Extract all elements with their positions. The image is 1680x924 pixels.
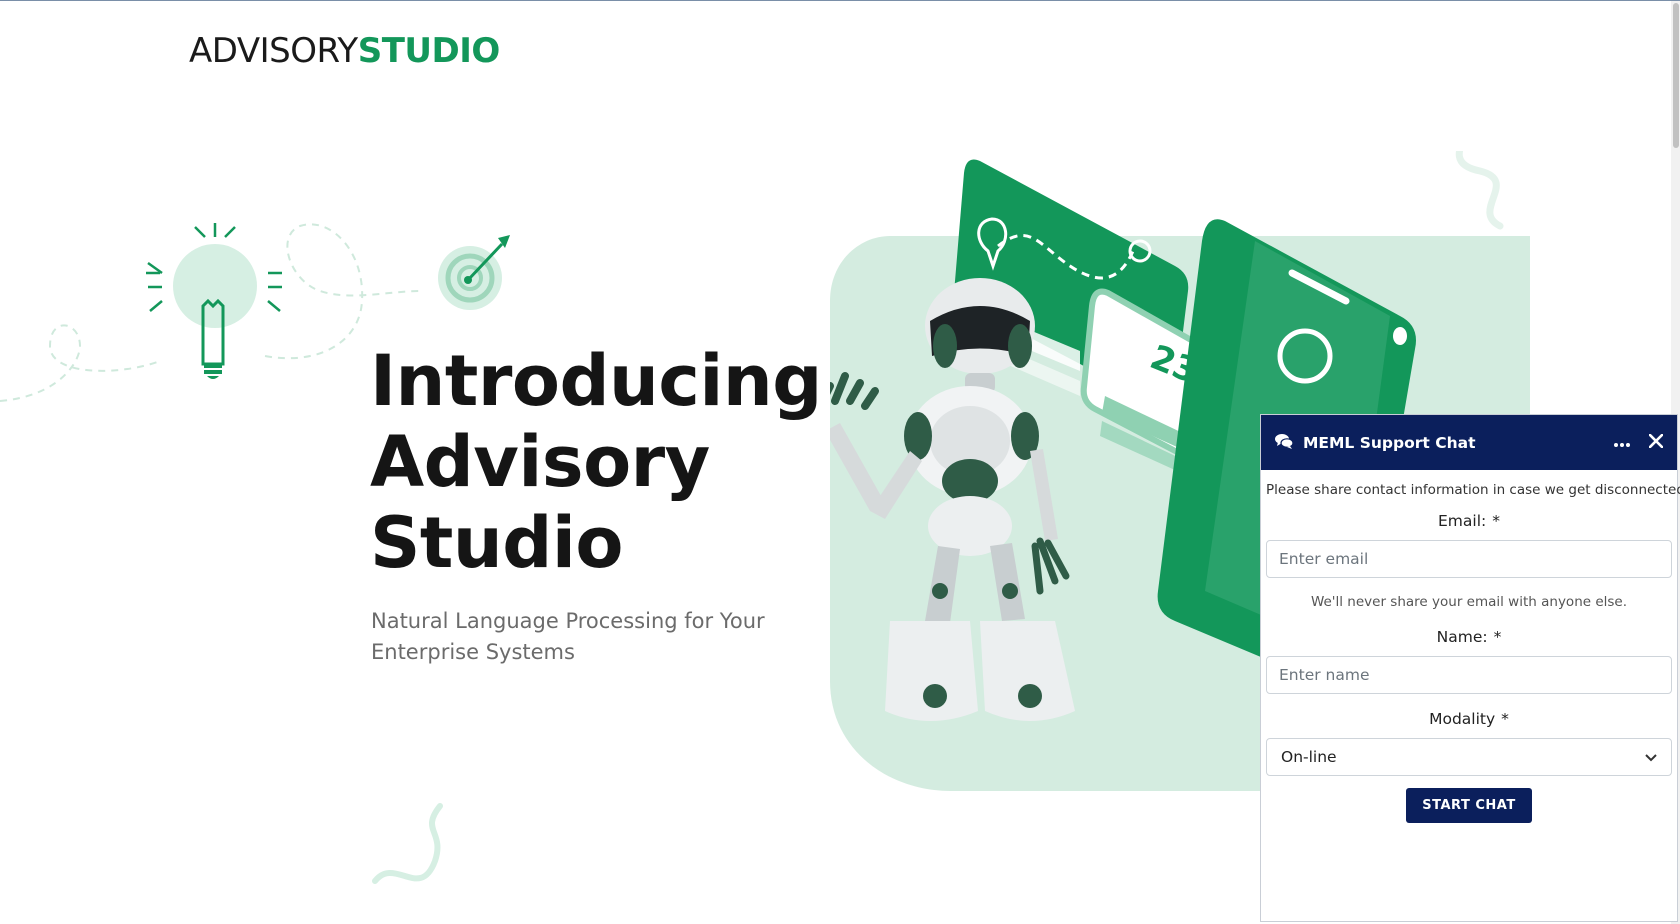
name-label: Name: * — [1266, 628, 1672, 646]
hero-title-line-3: Studio — [370, 502, 623, 584]
modality-required-mark: * — [1501, 710, 1509, 728]
email-help-text: We'll never share your email with anyone… — [1310, 594, 1628, 610]
name-label-text: Name: — [1436, 628, 1488, 646]
modality-label-text: Modality — [1429, 710, 1496, 728]
logo-text-advisory: ADVISORY — [189, 31, 358, 71]
email-label: Email: * — [1266, 512, 1672, 530]
chat-bubbles-icon — [1275, 433, 1294, 453]
chat-title: MEML Support Chat — [1303, 433, 1476, 452]
chat-form: Please share contact information in case… — [1261, 470, 1680, 823]
chevron-down-icon — [1645, 748, 1657, 766]
support-chat-panel: MEML Support Chat Please share contact i… — [1260, 414, 1680, 922]
modality-select[interactable]: On-line — [1266, 738, 1672, 776]
email-label-text: Email: — [1438, 512, 1487, 530]
chat-intro-text: Please share contact information in case… — [1266, 482, 1680, 498]
logo-text-studio: STUDIO — [357, 31, 501, 71]
brand-logo[interactable]: ADVISORYSTUDIO — [189, 31, 500, 71]
email-field[interactable] — [1266, 540, 1672, 578]
more-options-icon[interactable] — [1613, 434, 1631, 452]
name-required-mark: * — [1493, 628, 1502, 646]
hero-subtitle: Natural Language Processing for Your Ent… — [371, 609, 765, 664]
hero-title-line-1: Introducing — [370, 340, 822, 422]
lightbulb-icon — [146, 223, 282, 379]
close-icon[interactable] — [1648, 433, 1664, 452]
hero-title-line-2: Advisory — [370, 421, 710, 503]
email-required-mark: * — [1492, 512, 1500, 530]
modality-label: Modality * — [1266, 710, 1672, 728]
target-icon — [438, 235, 510, 310]
chat-header: MEML Support Chat — [1261, 415, 1677, 470]
hero-title: Introducing Advisory Studio — [370, 341, 822, 584]
scrollbar-thumb[interactable] — [1673, 3, 1679, 148]
start-chat-button[interactable]: START CHAT — [1406, 788, 1532, 823]
name-field[interactable] — [1266, 656, 1672, 694]
modality-selected-value: On-line — [1281, 748, 1337, 766]
